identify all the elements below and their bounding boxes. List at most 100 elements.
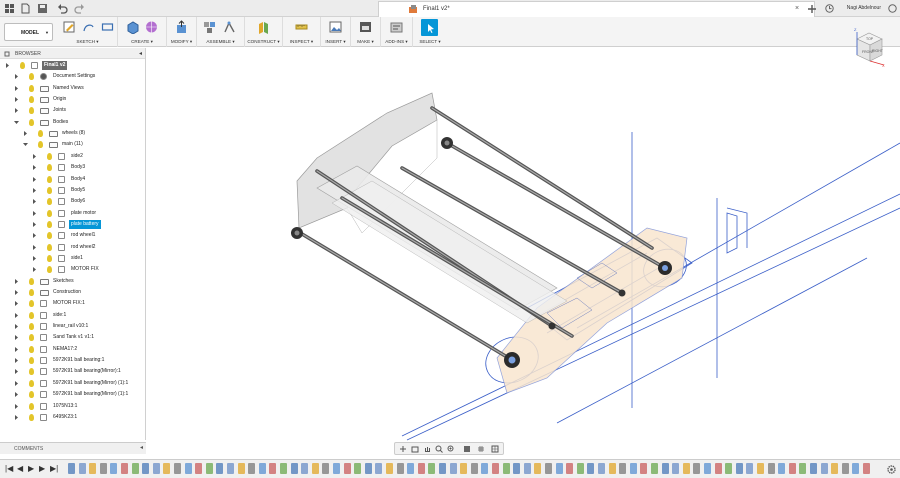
visibility-bulb-icon[interactable] (29, 118, 34, 126)
panel-toggle-icon[interactable]: ◂ (139, 50, 142, 57)
3d-print-icon[interactable] (359, 20, 372, 34)
timeline-feature-icon[interactable] (195, 463, 203, 474)
gear-icon[interactable] (887, 465, 896, 474)
pan-icon[interactable] (423, 445, 431, 453)
expand-right-icon[interactable] (32, 267, 37, 274)
timeline-feature-icon[interactable] (333, 463, 340, 474)
timeline-feature-icon[interactable] (78, 463, 86, 474)
expand-right-icon[interactable] (14, 290, 19, 297)
browser-row[interactable]: Body5 (0, 186, 146, 197)
visibility-bulb-icon[interactable] (38, 130, 43, 138)
visibility-bulb-icon[interactable] (29, 300, 34, 308)
visibility-bulb-icon[interactable] (29, 323, 34, 331)
modify-group[interactable]: MODIFY ▾ (167, 17, 197, 47)
browser-row[interactable]: MOTOR FIX (0, 265, 146, 276)
expand-right-icon[interactable] (14, 278, 19, 286)
timeline-feature-icon[interactable] (576, 463, 584, 474)
viewcube-icon[interactable]: FRONT RIGHT TOP Z X (852, 27, 886, 68)
expand-right-icon[interactable] (32, 255, 37, 263)
expand-right-icon[interactable] (14, 301, 19, 308)
browser-row[interactable]: 5972K91 ball bearing:1 (0, 356, 146, 367)
browser-row[interactable]: Sand Tank v1 v1:1 (0, 333, 146, 344)
timeline-feature-icon[interactable] (121, 463, 128, 474)
expand-right-icon[interactable] (14, 380, 19, 388)
timeline-feature-icon[interactable] (142, 463, 150, 474)
browser-row[interactable]: Origin (0, 95, 146, 106)
play-icon[interactable]: ▶ (28, 464, 34, 473)
visibility-bulb-icon[interactable] (29, 73, 34, 81)
expand-right-icon[interactable] (14, 414, 19, 422)
line-icon[interactable] (82, 20, 95, 34)
browser-row[interactable]: Construction (0, 288, 146, 299)
timeline-feature-icon[interactable] (428, 463, 436, 474)
timeline-feature-icon[interactable] (788, 463, 796, 474)
skip-start-icon[interactable]: |◀ (5, 464, 13, 473)
timeline-feature-icon[interactable] (492, 463, 499, 474)
timeline-feature-icon[interactable] (354, 463, 362, 474)
expand-right-icon[interactable] (14, 108, 19, 115)
expand-right-icon[interactable] (14, 97, 19, 104)
viewcube-top[interactable]: TOP (866, 37, 874, 41)
browser-row[interactable]: 6495K23:1 (0, 413, 146, 424)
select-group[interactable]: SELECT ▾ (413, 17, 447, 47)
visibility-bulb-icon[interactable] (29, 345, 34, 353)
timeline-feature-icon[interactable] (216, 463, 224, 474)
add-tab-icon[interactable] (807, 4, 817, 14)
visibility-bulb-icon[interactable] (29, 368, 34, 376)
make-group[interactable]: MAKE ▾ (351, 17, 381, 47)
visibility-bulb-icon[interactable] (38, 141, 43, 149)
browser-row[interactable]: side1 (0, 254, 146, 265)
timeline-feature-icon[interactable] (269, 463, 277, 474)
timeline-feature-icon[interactable] (651, 463, 658, 474)
expand-right-icon[interactable] (14, 403, 19, 411)
timeline-feature-icon[interactable] (131, 463, 139, 474)
clock-icon[interactable] (825, 4, 834, 13)
visibility-bulb-icon[interactable] (29, 107, 34, 115)
timeline-feature-icon[interactable] (682, 463, 690, 474)
browser-row[interactable]: MOTOR FIX:1 (0, 299, 146, 310)
timeline-feature-icon[interactable] (110, 463, 118, 474)
visibility-bulb-icon[interactable] (47, 209, 52, 217)
timeline-feature-icon[interactable] (735, 463, 743, 474)
timeline-feature-icon[interactable] (661, 463, 669, 474)
timeline-feature-icon[interactable] (152, 463, 160, 474)
timeline-feature-icon[interactable] (534, 463, 542, 474)
look-at-icon[interactable] (411, 445, 419, 453)
timeline-feature-icon[interactable] (470, 463, 478, 474)
timeline-feature-icon[interactable] (841, 463, 849, 474)
browser-row[interactable]: Document Settings (0, 72, 146, 83)
timeline-feature-icon[interactable] (820, 463, 828, 474)
timeline-feature-icon[interactable] (502, 463, 510, 474)
expand-right-icon[interactable] (32, 221, 37, 229)
browser-row[interactable]: rod wheel1 (0, 231, 146, 242)
zoom-icon[interactable] (435, 445, 443, 453)
viewports-icon[interactable] (491, 445, 499, 453)
timeline-feature-icon[interactable] (640, 463, 648, 474)
collapse-icon[interactable] (4, 51, 10, 57)
timeline-feature-icon[interactable] (343, 463, 351, 474)
expand-right-icon[interactable] (14, 324, 19, 331)
timeline-feature-icon[interactable] (311, 463, 319, 474)
visibility-bulb-icon[interactable] (29, 311, 34, 319)
visibility-bulb-icon[interactable] (47, 198, 52, 206)
timeline-feature-icon[interactable] (746, 463, 754, 474)
browser-row[interactable]: side:1 (0, 311, 146, 322)
document-tab[interactable]: Final1 v2* × (378, 1, 815, 17)
browser-row[interactable]: linear_rail v10:1 (0, 322, 146, 333)
browser-header[interactable]: BROWSER ◂ (0, 48, 145, 59)
timeline-feature-icon[interactable] (99, 463, 107, 474)
timeline-feature-icon[interactable] (439, 463, 446, 474)
expand-right-icon[interactable] (14, 369, 19, 376)
add-ins-group[interactable]: ADD-INS ▾ (381, 17, 413, 47)
insert-group[interactable]: INSERT ▾ (321, 17, 351, 47)
browser-row[interactable]: 1075N13:1 (0, 402, 146, 413)
browser-row[interactable]: Bodies (0, 118, 146, 129)
expand-right-icon[interactable] (32, 244, 37, 252)
visibility-bulb-icon[interactable] (29, 84, 34, 92)
timeline-feature-icon[interactable] (184, 463, 192, 474)
expand-down-icon[interactable] (14, 120, 19, 127)
expand-right-icon[interactable] (14, 312, 19, 320)
timeline-feature-icon[interactable] (555, 463, 563, 474)
timeline-feature-icon[interactable] (608, 463, 616, 474)
step-forward-icon[interactable]: ▶ (39, 464, 45, 473)
